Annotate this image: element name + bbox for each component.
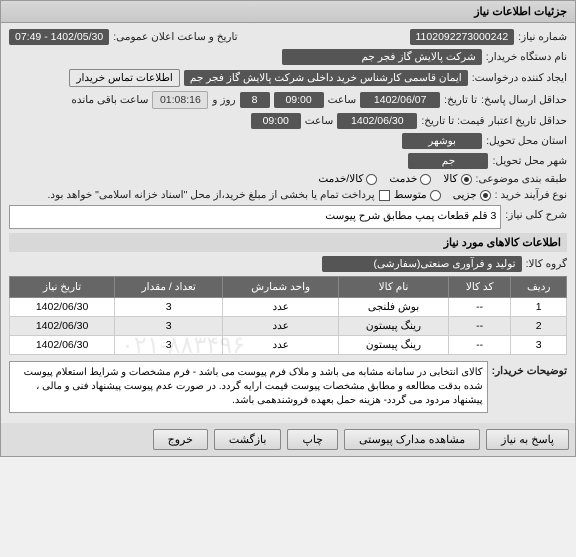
radio-goods[interactable] [461, 174, 472, 185]
days-value: 8 [240, 92, 270, 108]
radio-medium-label: متوسط [394, 189, 427, 201]
validity-date: 1402/06/30 [337, 113, 417, 129]
category-radio-group: کالا خدمت کالا/خدمت [318, 173, 471, 185]
attachments-button[interactable]: مشاهده مدارک پیوستی [344, 429, 480, 450]
cell-date: 1402/06/30 [10, 298, 115, 317]
cell-date: 1402/06/30 [10, 336, 115, 355]
cell-code: -- [448, 336, 511, 355]
announce-value: 1402/05/30 - 07:49 [9, 29, 109, 45]
buyer-value: شرکت پالایش گاز فجر جم [282, 49, 482, 65]
back-button[interactable]: بازگشت [214, 429, 282, 450]
cell-date: 1402/06/30 [10, 317, 115, 336]
cell-code: -- [448, 298, 511, 317]
exit-button[interactable]: خروج [153, 429, 208, 450]
cell-qty: 3 [115, 317, 223, 336]
payment-note: پرداخت تمام یا بخشی از مبلغ خرید،از محل … [48, 189, 375, 201]
buyer-desc-label: توضیحات خریدار: [492, 361, 567, 377]
need-details-panel: جزئیات اطلاعات نیاز شماره نیاز: 11020922… [0, 0, 576, 457]
col-date: تاریخ نیاز [10, 277, 115, 298]
remain-label: ساعت باقی مانده [71, 94, 148, 106]
desc-value: 3 قلم قطعات پمپ مطابق شرح پیوست [9, 205, 501, 229]
validity-time: 09:00 [251, 113, 301, 129]
goods-section-title: اطلاعات کالاهای مورد نیاز [9, 233, 567, 252]
validity-to: قیمت: تا تاریخ: [421, 115, 484, 127]
deadline-time: 09:00 [274, 92, 324, 108]
remain-time: 01:08:16 [152, 91, 208, 109]
radio-medium[interactable] [430, 190, 441, 201]
radio-both[interactable] [366, 174, 377, 185]
creator-value: ایمان قاسمی کارشناس خرید داخلی شرکت پالا… [184, 70, 468, 86]
process-label: نوع فرآیند خرید : [495, 189, 567, 201]
col-code: کد کالا [448, 277, 511, 298]
deadline-date: 1402/06/07 [360, 92, 440, 108]
contact-buyer-button[interactable]: اطلاعات تماس خریدار [69, 69, 179, 87]
goods-group-value: تولید و فرآوری صنعتی(سفارشی) [322, 256, 522, 272]
deadline-to: تا تاریخ: [444, 94, 477, 106]
payment-checkbox[interactable] [379, 190, 390, 201]
col-qty: تعداد / مقدار [115, 277, 223, 298]
announce-label: تاریخ و ساعت اعلان عمومی: [113, 31, 237, 43]
goods-group-label: گروه کالا: [526, 258, 567, 270]
col-row: ردیف [511, 277, 567, 298]
cell-unit: عدد [223, 317, 339, 336]
desc-label: شرح کلی نیاز: [505, 205, 567, 221]
table-row[interactable]: 1--بوش فلنجیعدد31402/06/30 [10, 298, 567, 317]
deadline-label: حداقل ارسال پاسخ: [481, 94, 567, 106]
cell-name: رینگ پیستون [339, 336, 449, 355]
category-label: طبقه بندی موضوعی: [476, 173, 567, 185]
radio-small-label: جزیی [453, 189, 477, 201]
time-label-1: ساعت [328, 94, 357, 106]
validity-label: حداقل تاریخ اعتبار [489, 115, 567, 127]
radio-service-label: خدمت [389, 173, 417, 185]
need-no-value: 1102092273000242 [410, 29, 515, 45]
panel-title: جزئیات اطلاعات نیاز [1, 1, 575, 23]
cell-qty: 3 [115, 336, 223, 355]
cell-n: 3 [511, 336, 567, 355]
goods-table: ردیف کد کالا نام کالا واحد شمارش تعداد /… [9, 276, 567, 355]
table-row[interactable]: 2--رینگ پیستونعدد31402/06/30 [10, 317, 567, 336]
col-unit: واحد شمارش [223, 277, 339, 298]
process-radio-group: جزیی متوسط [394, 189, 491, 201]
city-label: شهر محل تحویل: [492, 155, 567, 167]
province-value: بوشهر [402, 133, 482, 149]
cell-n: 1 [511, 298, 567, 317]
time-label-2: ساعت [305, 115, 334, 127]
table-row[interactable]: 3--رینگ پیستونعدد31402/06/30 [10, 336, 567, 355]
radio-service[interactable] [420, 174, 431, 185]
cell-n: 2 [511, 317, 567, 336]
day-label: روز و [212, 94, 235, 106]
buyer-desc-text: کالای انتخابی در سامانه مشابه می باشد و … [9, 361, 488, 413]
cell-qty: 3 [115, 298, 223, 317]
cell-name: بوش فلنجی [339, 298, 449, 317]
col-name: نام کالا [339, 277, 449, 298]
cell-unit: عدد [223, 336, 339, 355]
radio-small[interactable] [480, 190, 491, 201]
province-label: استان محل تحویل: [486, 135, 567, 147]
cell-code: -- [448, 317, 511, 336]
creator-label: ایجاد کننده درخواست: [472, 72, 567, 84]
need-no-label: شماره نیاز: [518, 31, 567, 43]
buyer-label: نام دستگاه خریدار: [486, 51, 567, 63]
cell-unit: عدد [223, 298, 339, 317]
reply-button[interactable]: پاسخ به نیاز [486, 429, 569, 450]
radio-both-label: کالا/خدمت [318, 173, 363, 185]
footer-buttons: پاسخ به نیاز مشاهده مدارک پیوستی چاپ باز… [1, 423, 575, 456]
cell-name: رینگ پیستون [339, 317, 449, 336]
city-value: جم [408, 153, 488, 169]
print-button[interactable]: چاپ [287, 429, 338, 450]
radio-goods-label: کالا [443, 173, 457, 185]
